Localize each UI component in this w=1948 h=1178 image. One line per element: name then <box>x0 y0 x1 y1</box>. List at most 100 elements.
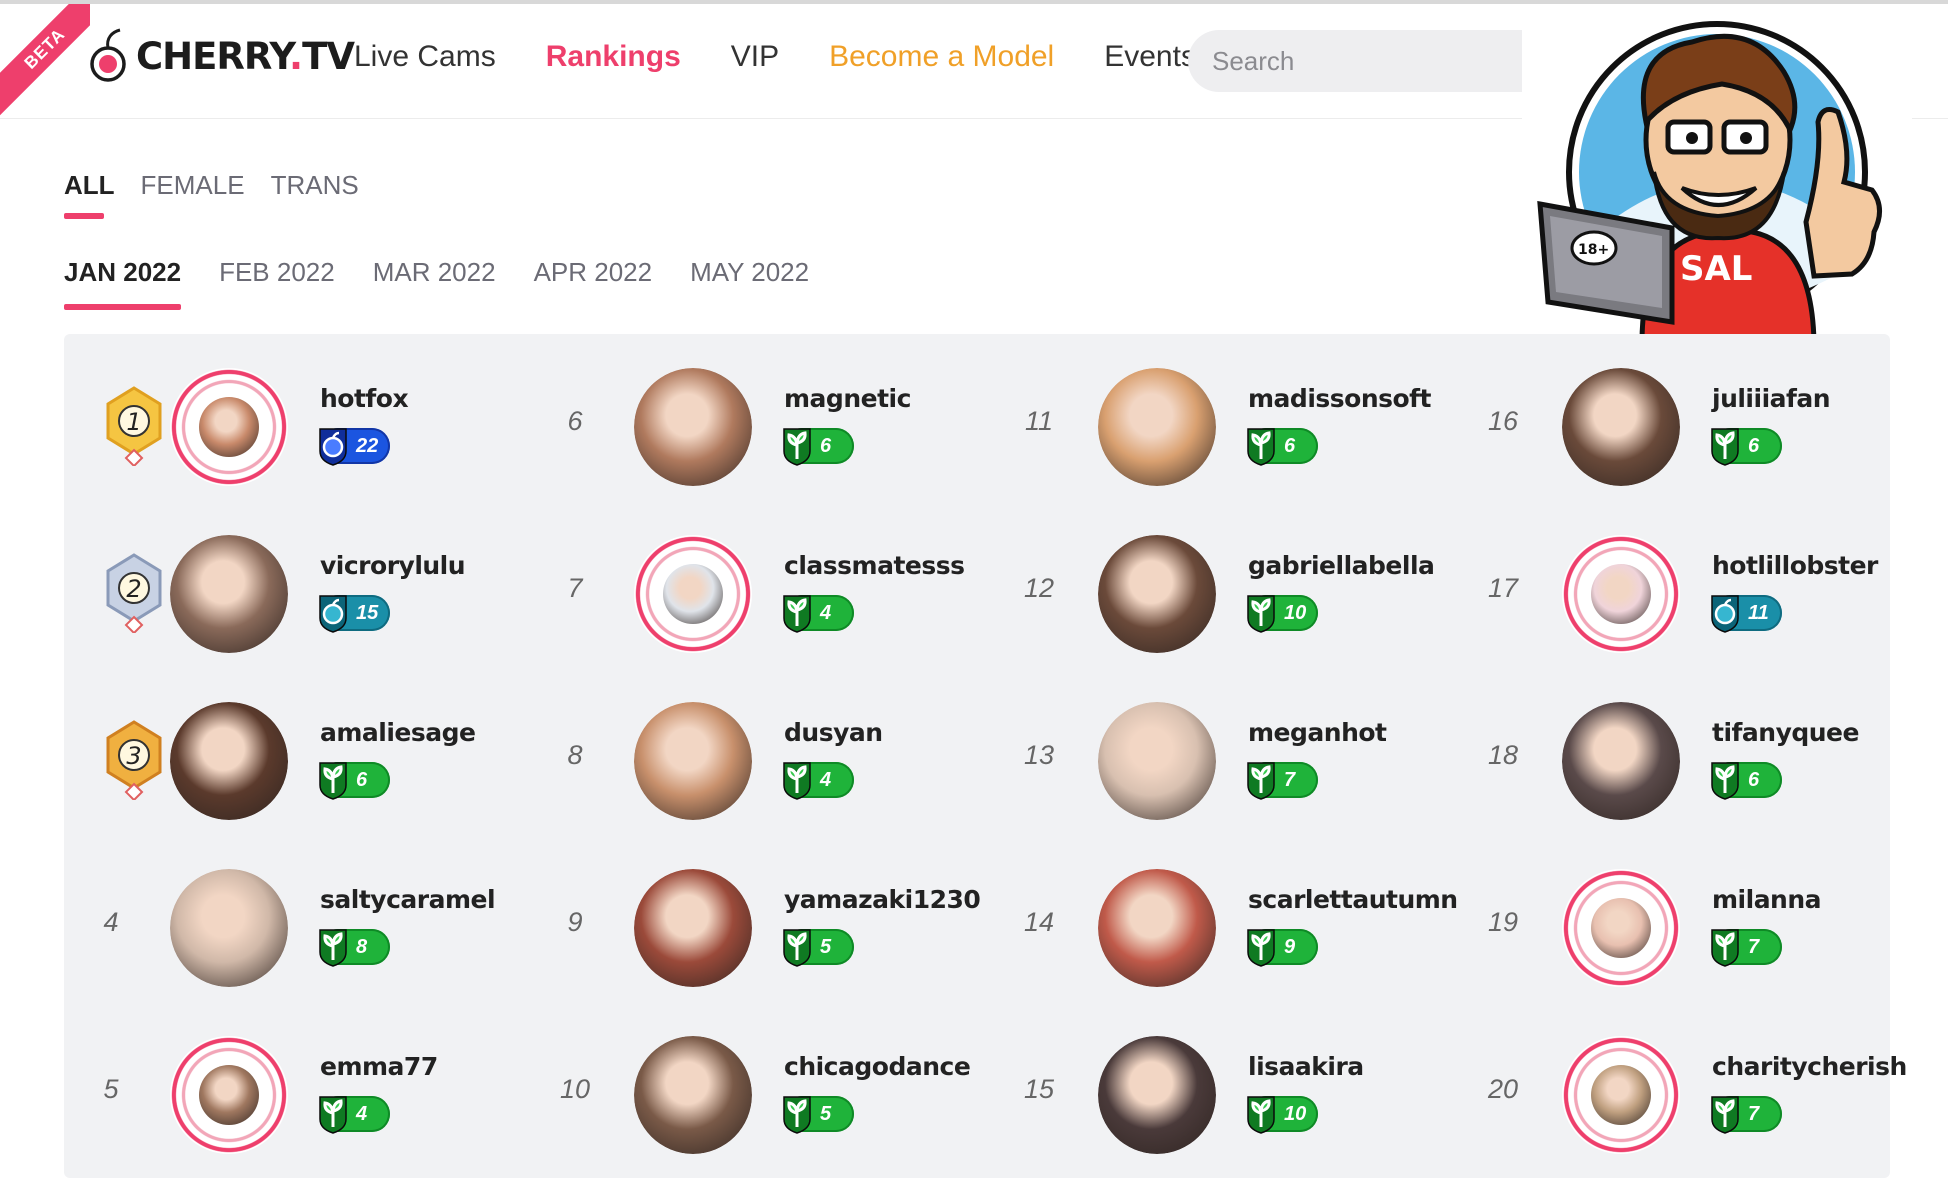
level-badge: 9 <box>1247 929 1318 967</box>
username[interactable]: classmatesss <box>784 551 965 580</box>
avatar[interactable] <box>1562 702 1680 820</box>
nav-live-cams[interactable]: Live Cams <box>354 40 496 74</box>
level-number: 4 <box>820 602 832 624</box>
ranking-entry[interactable]: 9 yamazaki1230 5 <box>550 863 990 993</box>
avatar[interactable] <box>1562 368 1680 486</box>
avatar-photo <box>170 702 288 820</box>
ranking-entry[interactable]: 4 saltycaramel 8 <box>86 863 526 993</box>
username[interactable]: juliiiafan <box>1712 384 1831 413</box>
avatar[interactable] <box>1098 869 1216 987</box>
nav-events[interactable]: Events <box>1104 40 1196 74</box>
username[interactable]: tifanyquee <box>1712 718 1859 747</box>
avatar[interactable] <box>170 869 288 987</box>
ranking-entry[interactable]: 6 magnetic 6 <box>550 362 990 492</box>
username[interactable]: milanna <box>1712 885 1822 914</box>
tab-trans[interactable]: TRANS <box>271 170 359 219</box>
sprout-icon <box>319 762 347 800</box>
username[interactable]: scarlettautumn <box>1248 885 1458 914</box>
username[interactable]: amaliesage <box>320 718 476 747</box>
ranking-entry[interactable]: 12 gabriellabella 10 <box>1014 529 1454 659</box>
nav-vip[interactable]: VIP <box>731 40 779 74</box>
level-number: 4 <box>356 1103 368 1125</box>
tab-all[interactable]: ALL <box>64 170 115 219</box>
level-badge: 4 <box>783 762 854 800</box>
sprout-icon <box>1247 1096 1275 1134</box>
ranking-entry[interactable]: 11 madissonsoft 6 <box>1014 362 1454 492</box>
avatar[interactable] <box>634 1036 752 1154</box>
username[interactable]: madissonsoft <box>1248 384 1432 413</box>
ranking-entry[interactable]: 20 charitycherish 7 <box>1478 1030 1918 1160</box>
username[interactable]: gabriellabella <box>1248 551 1435 580</box>
ranking-entry[interactable]: 18 tifanyquee 6 <box>1478 696 1918 826</box>
ranking-entry[interactable]: 14 scarlettautumn 9 <box>1014 863 1458 993</box>
avatar[interactable] <box>634 869 752 987</box>
avatar[interactable] <box>1098 702 1216 820</box>
avatar[interactable] <box>634 368 752 486</box>
avatar[interactable] <box>170 702 288 820</box>
avatar[interactable] <box>634 702 752 820</box>
avatar[interactable] <box>1562 1036 1680 1154</box>
ranking-entry[interactable]: 16 juliiiafan 6 <box>1478 362 1918 492</box>
level-badge: 6 <box>319 762 390 800</box>
level-number: 6 <box>356 769 368 791</box>
username[interactable]: hotlillobster <box>1712 551 1878 580</box>
username[interactable]: lisaakira <box>1248 1052 1364 1081</box>
sprout-icon <box>783 929 811 967</box>
ranking-entry[interactable]: 13 meganhot 7 <box>1014 696 1454 826</box>
avatar-photo <box>1562 368 1680 486</box>
avatar[interactable] <box>1098 368 1216 486</box>
username[interactable]: dusyan <box>784 718 883 747</box>
avatar[interactable] <box>634 535 752 653</box>
level-number: 7 <box>1284 769 1296 791</box>
tab-mar-2022[interactable]: MAR 2022 <box>373 257 496 310</box>
ranking-entry[interactable]: 5 emma77 4 <box>86 1030 526 1160</box>
ranking-entry[interactable]: 1 hotfox 22 <box>86 362 526 492</box>
ranking-entry[interactable]: 3 amaliesage 6 <box>86 696 526 826</box>
level-badge: 6 <box>1711 428 1782 466</box>
avatar-photo <box>1098 702 1216 820</box>
avatar[interactable] <box>170 1036 288 1154</box>
avatar[interactable] <box>1562 535 1680 653</box>
ranking-entry[interactable]: 8 dusyan 4 <box>550 696 990 826</box>
avatar[interactable] <box>1098 535 1216 653</box>
medal-gold-icon: 1 <box>106 386 162 466</box>
rank-number: 9 <box>567 907 583 937</box>
tab-female[interactable]: FEMALE <box>141 170 245 219</box>
nav-become-a-model[interactable]: Become a Model <box>829 40 1054 74</box>
tab-jan-2022[interactable]: JAN 2022 <box>64 257 182 310</box>
level-number: 5 <box>820 936 832 958</box>
username[interactable]: saltycaramel <box>320 885 496 914</box>
cherry-logo[interactable]: CHERRY.TV <box>86 26 355 86</box>
sprout-icon <box>319 1096 347 1134</box>
username[interactable]: magnetic <box>784 384 911 413</box>
avatar[interactable] <box>1098 1036 1216 1154</box>
level-number: 6 <box>820 435 832 457</box>
username[interactable]: emma77 <box>320 1052 438 1081</box>
nav-rankings[interactable]: Rankings <box>546 40 681 74</box>
tab-may-2022[interactable]: MAY 2022 <box>690 257 809 310</box>
username[interactable]: yamazaki1230 <box>784 885 981 914</box>
avatar[interactable] <box>170 368 288 486</box>
ranking-entry[interactable]: 19 milanna 7 <box>1478 863 1918 993</box>
username[interactable]: hotfox <box>320 384 409 413</box>
username[interactable]: meganhot <box>1248 718 1387 747</box>
avatar-photo <box>1591 898 1651 958</box>
avatar[interactable] <box>170 535 288 653</box>
username[interactable]: vicrorylulu <box>320 551 466 580</box>
rank-number: 2 <box>126 575 141 603</box>
ranking-entry[interactable]: 2 vicrorylulu 15 <box>86 529 526 659</box>
tab-apr-2022[interactable]: APR 2022 <box>534 257 653 310</box>
level-badge: 7 <box>1247 762 1318 800</box>
ranking-entry[interactable]: 17 hotlillobster 11 <box>1478 529 1918 659</box>
username[interactable]: chicagodance <box>784 1052 971 1081</box>
avatar[interactable] <box>1562 869 1680 987</box>
ranking-entry[interactable]: 15 lisaakira 10 <box>1014 1030 1454 1160</box>
avatar-photo <box>1591 564 1651 624</box>
username[interactable]: charitycherish <box>1712 1052 1907 1081</box>
tab-feb-2022[interactable]: FEB 2022 <box>219 257 335 310</box>
mascot-illustration: SAL 18+ <box>1537 21 1882 345</box>
level-number: 6 <box>1748 769 1760 791</box>
level-badge: 15 <box>319 595 390 633</box>
ranking-entry[interactable]: 10 chicagodance 5 <box>550 1030 990 1160</box>
ranking-entry[interactable]: 7 classmatesss 4 <box>550 529 990 659</box>
